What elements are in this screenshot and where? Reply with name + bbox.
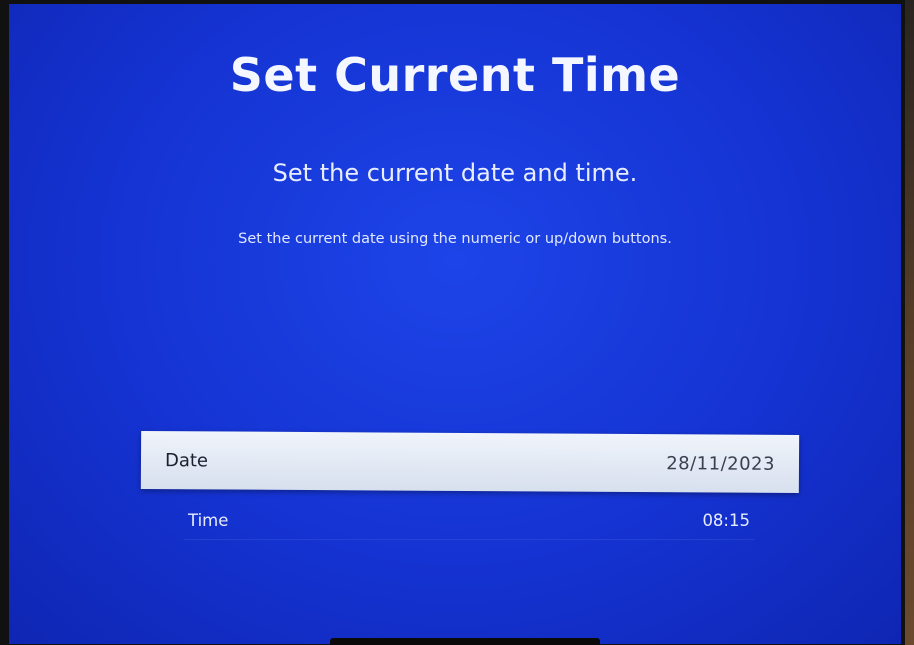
page-title: Set Current Time [229, 48, 681, 102]
time-label: Time [188, 511, 229, 530]
time-setting-row[interactable]: Time 08:15 [184, 502, 754, 540]
date-setting-row[interactable]: Date 28/11/2023 [140, 430, 800, 494]
date-value: 28/11/2023 [666, 452, 776, 475]
tv-screen: Set Current Time Set the current date an… [9, 4, 901, 644]
time-value: 08:15 [702, 511, 750, 530]
tv-stand [330, 638, 600, 645]
instruction-text: Set the current date using the numeric o… [238, 231, 672, 247]
page-subtitle: Set the current date and time. [272, 159, 638, 187]
date-label: Date [164, 449, 209, 471]
